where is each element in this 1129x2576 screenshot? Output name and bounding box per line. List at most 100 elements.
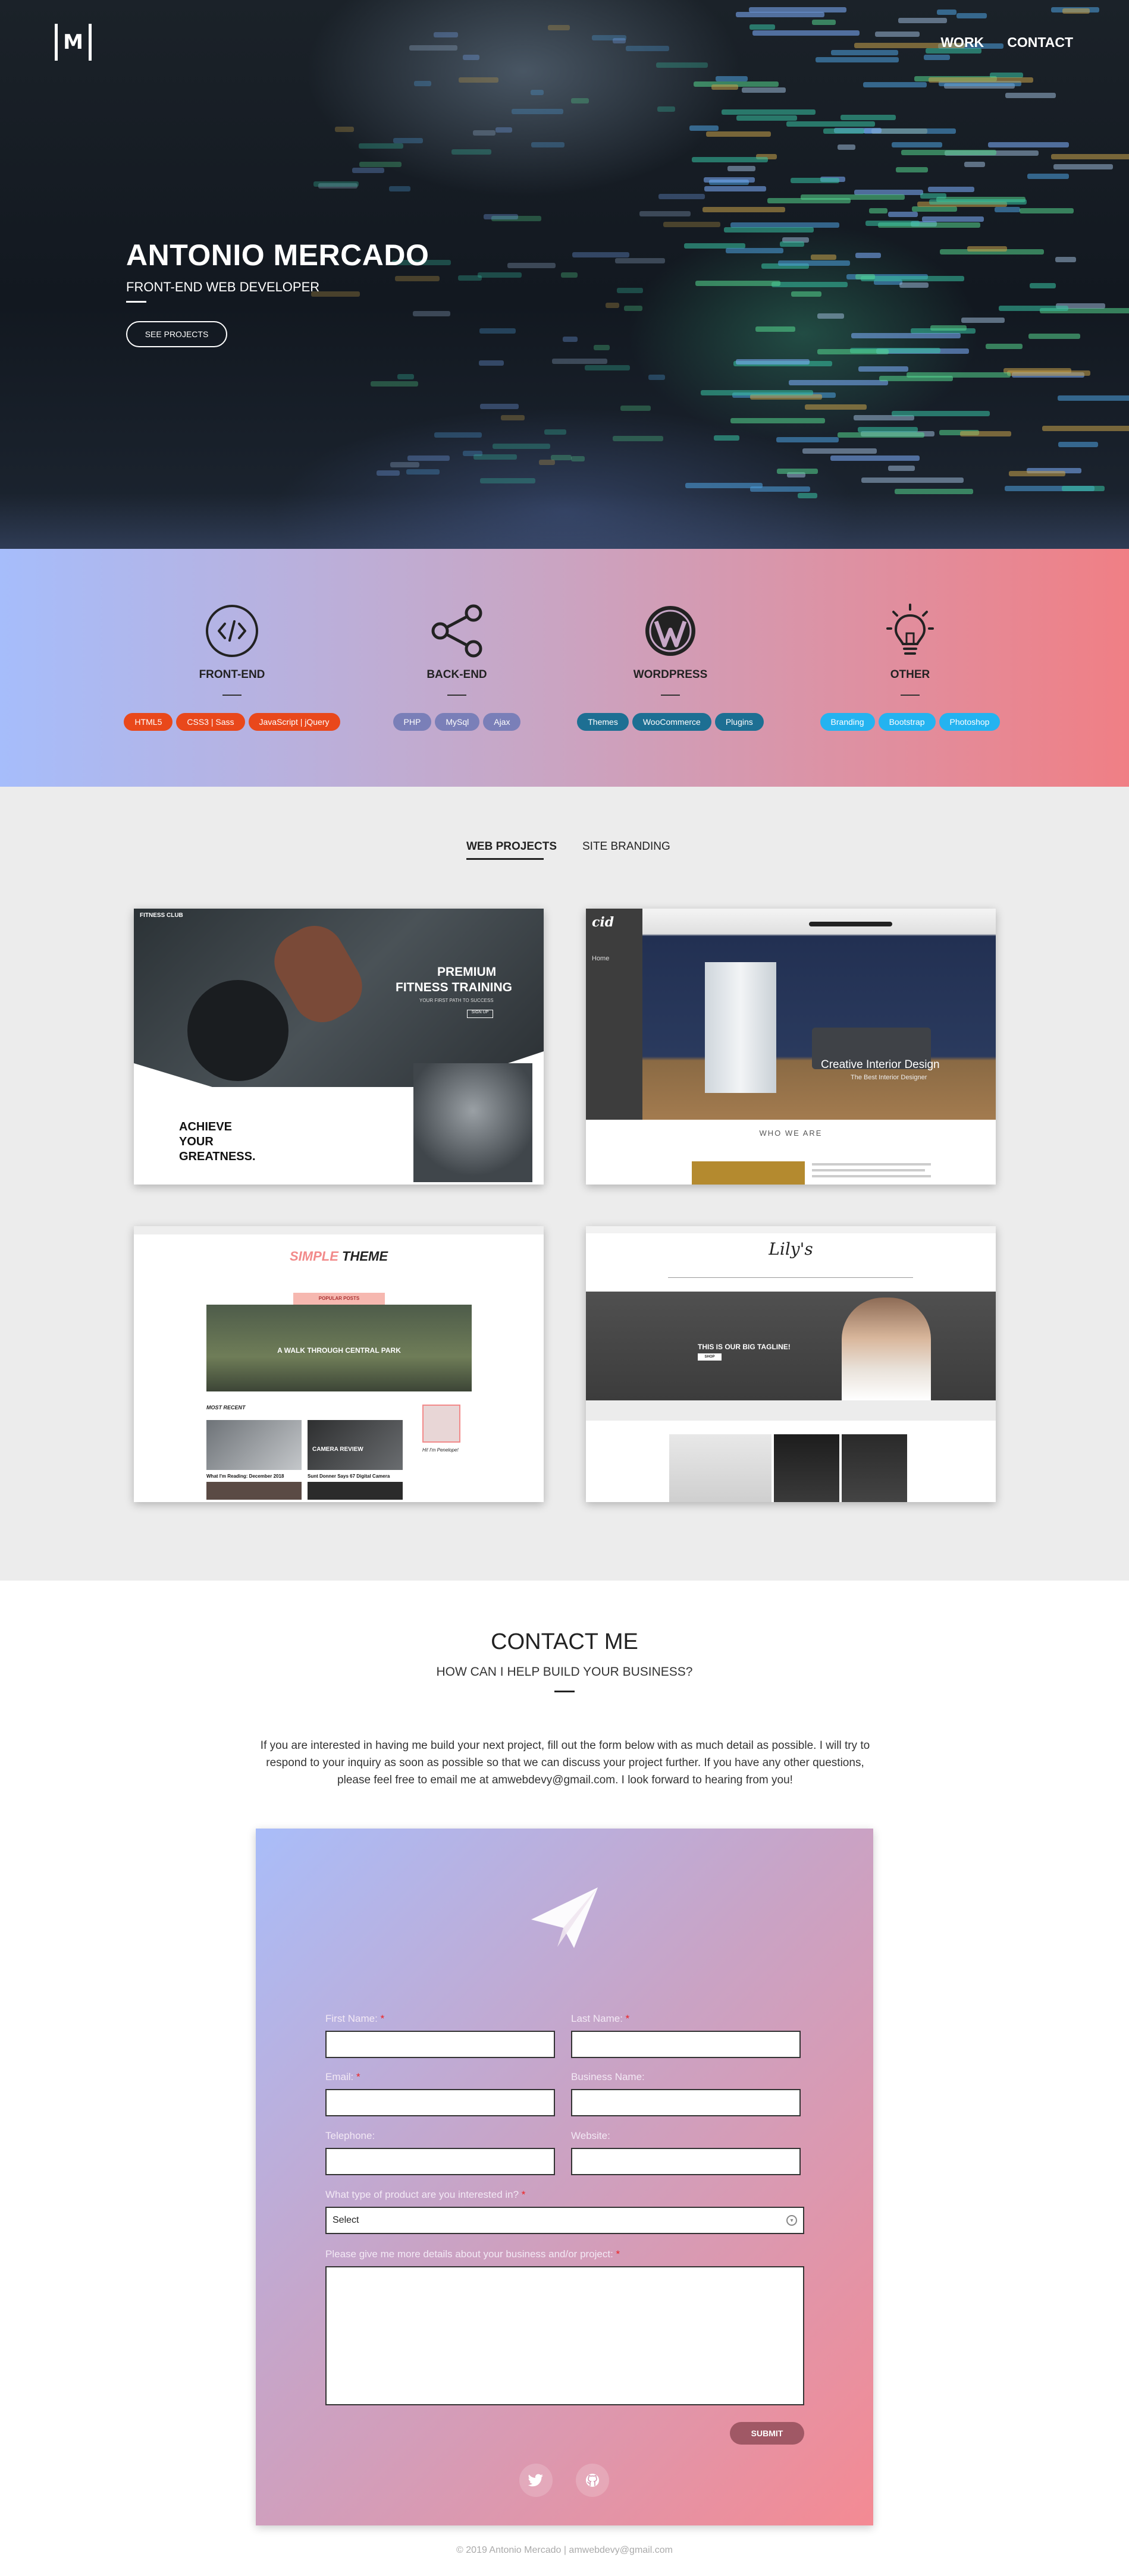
project-card-fitness-club[interactable]: FITNESS CLUB PREMIUM FITNESS TRAINING YO… [134,909,544,1185]
submit-button[interactable]: SUBMIT [730,2422,804,2445]
code-line [1019,208,1074,213]
code-line [802,448,877,454]
code-line [358,143,403,149]
details-label: Please give me more details about your b… [325,2248,620,2260]
code-line [841,115,896,121]
code-line [711,84,738,90]
skill-tag: Ajax [483,713,521,731]
active-tab-underline [466,858,544,860]
code-line [639,211,691,216]
code-line [560,272,578,278]
simple-post-image [308,1420,403,1470]
code-line [961,318,1005,323]
lilys-hero [586,1292,996,1400]
cid-room-photo [642,909,996,1120]
fitness-subheadline: YOUR FIRST PATH TO SUCCESS [419,998,494,1003]
project-card-simple-theme[interactable]: SIMPLE THEME POPULAR POSTS A WALK THROUG… [134,1226,544,1502]
code-line [495,127,512,133]
project-card-lilys[interactable]: Lily's THIS IS OUR BIG TAGLINE! SHOP [586,1226,996,1502]
skill-tag: JavaScript | jQuery [248,713,340,731]
fitness-headline: PREMIUM [437,965,497,979]
code-line [539,459,556,465]
label-text: Please give me more details about your b… [325,2248,613,2260]
code-line [724,227,814,233]
code-line [413,81,432,87]
code-line [377,470,400,476]
skill-tags: HTML5 CSS3 | Sass JavaScript | jQuery [107,713,357,731]
simple-logo-b: THEME [342,1249,388,1264]
code-line [433,32,458,38]
skill-title: OTHER [890,668,930,681]
skill-divider [901,695,920,696]
product-type-label: What type of product are you interested … [325,2189,526,2200]
code-line [777,260,850,266]
code-line [530,90,544,96]
telephone-label: Telephone: [325,2130,375,2141]
nav-work-link[interactable]: WORK [940,34,984,50]
contact-divider [554,1691,575,1692]
simple-camera-review: CAMERA REVIEW [312,1446,363,1453]
logo[interactable]: M [55,24,92,61]
code-line [831,50,899,56]
cid-text-line [812,1175,931,1177]
details-textarea[interactable] [325,2266,804,2405]
code-line [805,404,867,410]
business-name-input[interactable] [571,2089,801,2116]
telephone-input[interactable] [325,2148,555,2175]
code-line [689,125,719,131]
code-line [811,19,836,25]
github-icon[interactable] [576,2464,609,2497]
lightbulb-icon [880,601,940,661]
simple-post-image [206,1420,302,1470]
contact-subtitle: HOW CAN I HELP BUILD YOUR BUSINESS? [436,1665,693,1679]
skill-title: WORDPRESS [633,668,708,681]
code-line [851,332,961,338]
code-line [1042,425,1129,431]
tab-web-projects[interactable]: WEB PROJECTS [466,840,557,853]
skill-divider [447,695,466,696]
code-line [548,25,570,31]
twitter-icon[interactable] [519,2464,553,2497]
cid-caption: Creative Interior Design [821,1058,940,1071]
code-line [865,221,920,227]
code-line [462,55,480,61]
cid-about-image [692,1161,805,1185]
code-line [407,455,450,461]
cid-caption-sub: The Best Interior Designer [851,1074,927,1081]
code-line [755,326,795,332]
paper-plane-icon [529,1885,600,1953]
code-line [780,241,804,247]
code-line [507,263,556,269]
code-line [593,345,610,351]
cid-logo: cid [592,915,614,930]
code-line [1062,485,1105,491]
project-card-interior-design[interactable]: cid Home Creative Interior Design The Be… [586,909,996,1185]
fitness-signup-button: SIGN UP [467,1010,493,1018]
code-line [1027,174,1070,180]
simple-author-photo [422,1405,460,1443]
code-line [359,161,402,167]
nav-contact-link[interactable]: CONTACT [1007,34,1073,50]
code-line [752,30,860,36]
simple-author-greeting: Hi! I'm Penelope! [422,1447,459,1453]
label-text: Last Name: [571,2013,623,2024]
footer-copyright: © 2019 Antonio Mercado | amwebdevy@gmail… [456,2545,673,2555]
code-line [451,149,492,155]
email-input[interactable] [325,2089,555,2116]
code-line [570,98,589,103]
last-name-input[interactable] [571,2031,801,2058]
code-line [860,275,964,281]
code-line [891,142,943,147]
tab-site-branding[interactable]: SITE BRANDING [582,840,670,853]
select-arrow-icon: ▾ [786,2215,797,2226]
code-line [855,253,881,259]
product-type-select[interactable]: Select ▾ [325,2207,804,2234]
code-line [702,207,785,213]
code-line [927,186,974,192]
code-line [397,373,415,379]
first-name-input[interactable] [325,2031,555,2058]
see-projects-button[interactable]: SEE PROJECTS [126,321,227,347]
website-input[interactable] [571,2148,801,2175]
code-line [612,38,626,44]
email-label: Email: * [325,2071,360,2082]
